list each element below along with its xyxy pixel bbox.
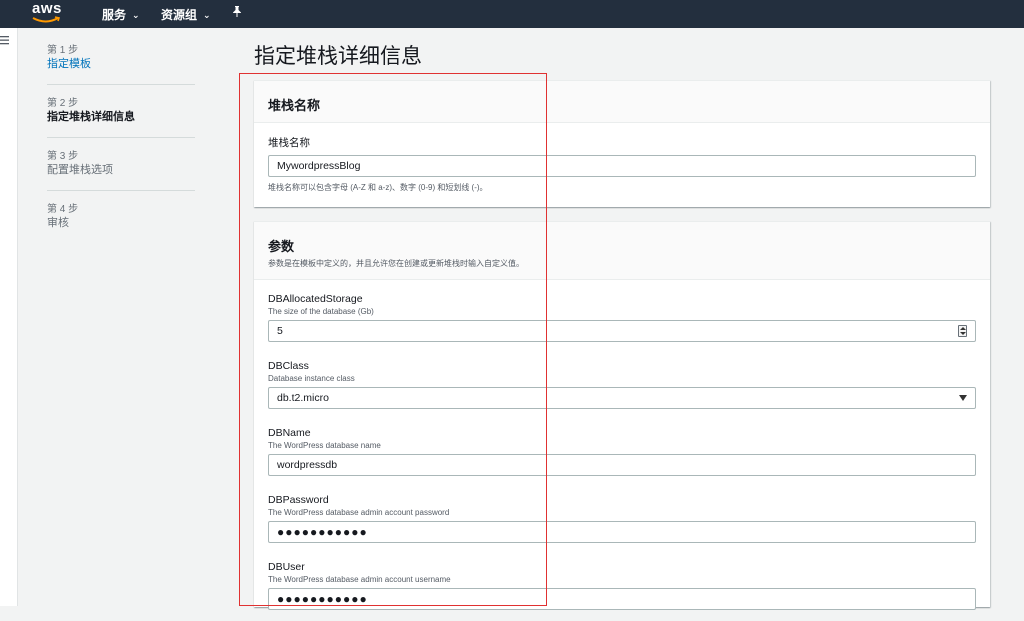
step-2: 第 2 步 指定堆栈详细信息 xyxy=(47,97,195,138)
param-dbclass: DBClass Database instance class db.t2.mi… xyxy=(268,360,976,427)
resource-groups-menu[interactable]: 资源组 ⌄ xyxy=(161,6,211,23)
step-number: 第 1 步 xyxy=(47,45,79,56)
param-label: DBClass xyxy=(268,360,309,372)
page-title: 指定堆栈详细信息 xyxy=(254,45,422,68)
param-dbuser: DBUser The WordPress database admin acco… xyxy=(268,561,976,621)
top-navigation-bar: aws 服务 ⌄ 资源组 ⌄ xyxy=(0,0,1024,28)
dropdown-arrow-icon xyxy=(959,395,967,401)
stack-name-label: 堆栈名称 xyxy=(268,137,310,149)
param-dbpassword: DBPassword The WordPress database admin … xyxy=(268,494,976,561)
parameters-panel: 参数 参数是在模板中定义的，并且允许您在创建或更新堆栈时输入自定义值。 DBAl… xyxy=(254,221,990,610)
step-4: 第 4 步 审核 xyxy=(47,203,195,243)
param-dballocatedstorage: DBAllocatedStorage The size of the datab… xyxy=(268,293,976,360)
stack-name-input[interactable]: MywordpressBlog xyxy=(268,155,976,177)
select-value: db.t2.micro xyxy=(277,392,329,404)
services-menu[interactable]: 服务 ⌄ xyxy=(102,6,140,23)
input-value: 5 xyxy=(277,325,283,337)
step-title: 指定堆栈详细信息 xyxy=(47,111,135,123)
param-label: DBPassword xyxy=(268,494,329,506)
aws-logo[interactable]: aws xyxy=(32,0,62,24)
panel-header: 堆栈名称 xyxy=(254,81,990,123)
param-description: The WordPress database admin account pas… xyxy=(268,508,450,517)
aws-logo-text: aws xyxy=(32,0,62,17)
step-3: 第 3 步 配置堆栈选项 xyxy=(47,150,195,191)
param-label: DBUser xyxy=(268,561,305,573)
services-menu-label: 服务 xyxy=(102,8,127,22)
step-number: 第 4 步 xyxy=(47,204,79,215)
param-label: DBName xyxy=(268,427,311,439)
dbname-input[interactable]: wordpressdb xyxy=(268,454,976,476)
panel-header: 参数 参数是在模板中定义的，并且允许您在创建或更新堆栈时输入自定义值。 xyxy=(254,222,990,280)
dbpassword-input[interactable]: ●●●●●●●●●●● xyxy=(268,521,976,543)
stack-name-hint: 堆栈名称可以包含字母 (A-Z 和 a-z)、数字 (0-9) 和短划线 (-)… xyxy=(268,183,488,192)
panel-title: 参数 xyxy=(268,239,295,254)
param-description: The WordPress database admin account use… xyxy=(268,575,451,584)
number-stepper-icon[interactable] xyxy=(958,325,967,337)
param-dbname: DBName The WordPress database name wordp… xyxy=(268,427,976,494)
step-number: 第 3 步 xyxy=(47,151,79,162)
step-title: 配置堆栈选项 xyxy=(47,164,113,176)
dballocatedstorage-input[interactable]: 5 xyxy=(268,320,976,342)
dbclass-select[interactable]: db.t2.micro xyxy=(268,387,976,409)
wizard-steps: 第 1 步 指定模板 第 2 步 指定堆栈详细信息 第 3 步 配置堆栈选项 第… xyxy=(47,44,195,255)
stack-name-panel: 堆栈名称 堆栈名称 MywordpressBlog 堆栈名称可以包含字母 (A-… xyxy=(254,80,990,207)
panel-description: 参数是在模板中定义的，并且允许您在创建或更新堆栈时输入自定义值。 xyxy=(268,259,524,268)
param-description: Database instance class xyxy=(268,374,355,383)
step-title[interactable]: 指定模板 xyxy=(47,57,195,72)
dbuser-input[interactable]: ●●●●●●●●●●● xyxy=(268,588,976,610)
param-description: The WordPress database name xyxy=(268,441,381,450)
step-1[interactable]: 第 1 步 指定模板 xyxy=(47,44,195,85)
param-description: The size of the database (Gb) xyxy=(268,307,374,316)
hamburger-menu-icon[interactable] xyxy=(0,36,9,46)
resource-groups-menu-label: 资源组 xyxy=(161,8,198,22)
chevron-down-icon: ⌄ xyxy=(203,10,211,20)
aws-smile-icon xyxy=(32,16,61,23)
step-title: 审核 xyxy=(47,217,69,229)
panel-title: 堆栈名称 xyxy=(268,98,321,113)
chevron-down-icon: ⌄ xyxy=(132,10,140,20)
param-label: DBAllocatedStorage xyxy=(268,293,363,305)
pin-icon[interactable] xyxy=(232,6,242,20)
side-nav-collapsed xyxy=(0,28,18,606)
step-number: 第 2 步 xyxy=(47,98,79,109)
